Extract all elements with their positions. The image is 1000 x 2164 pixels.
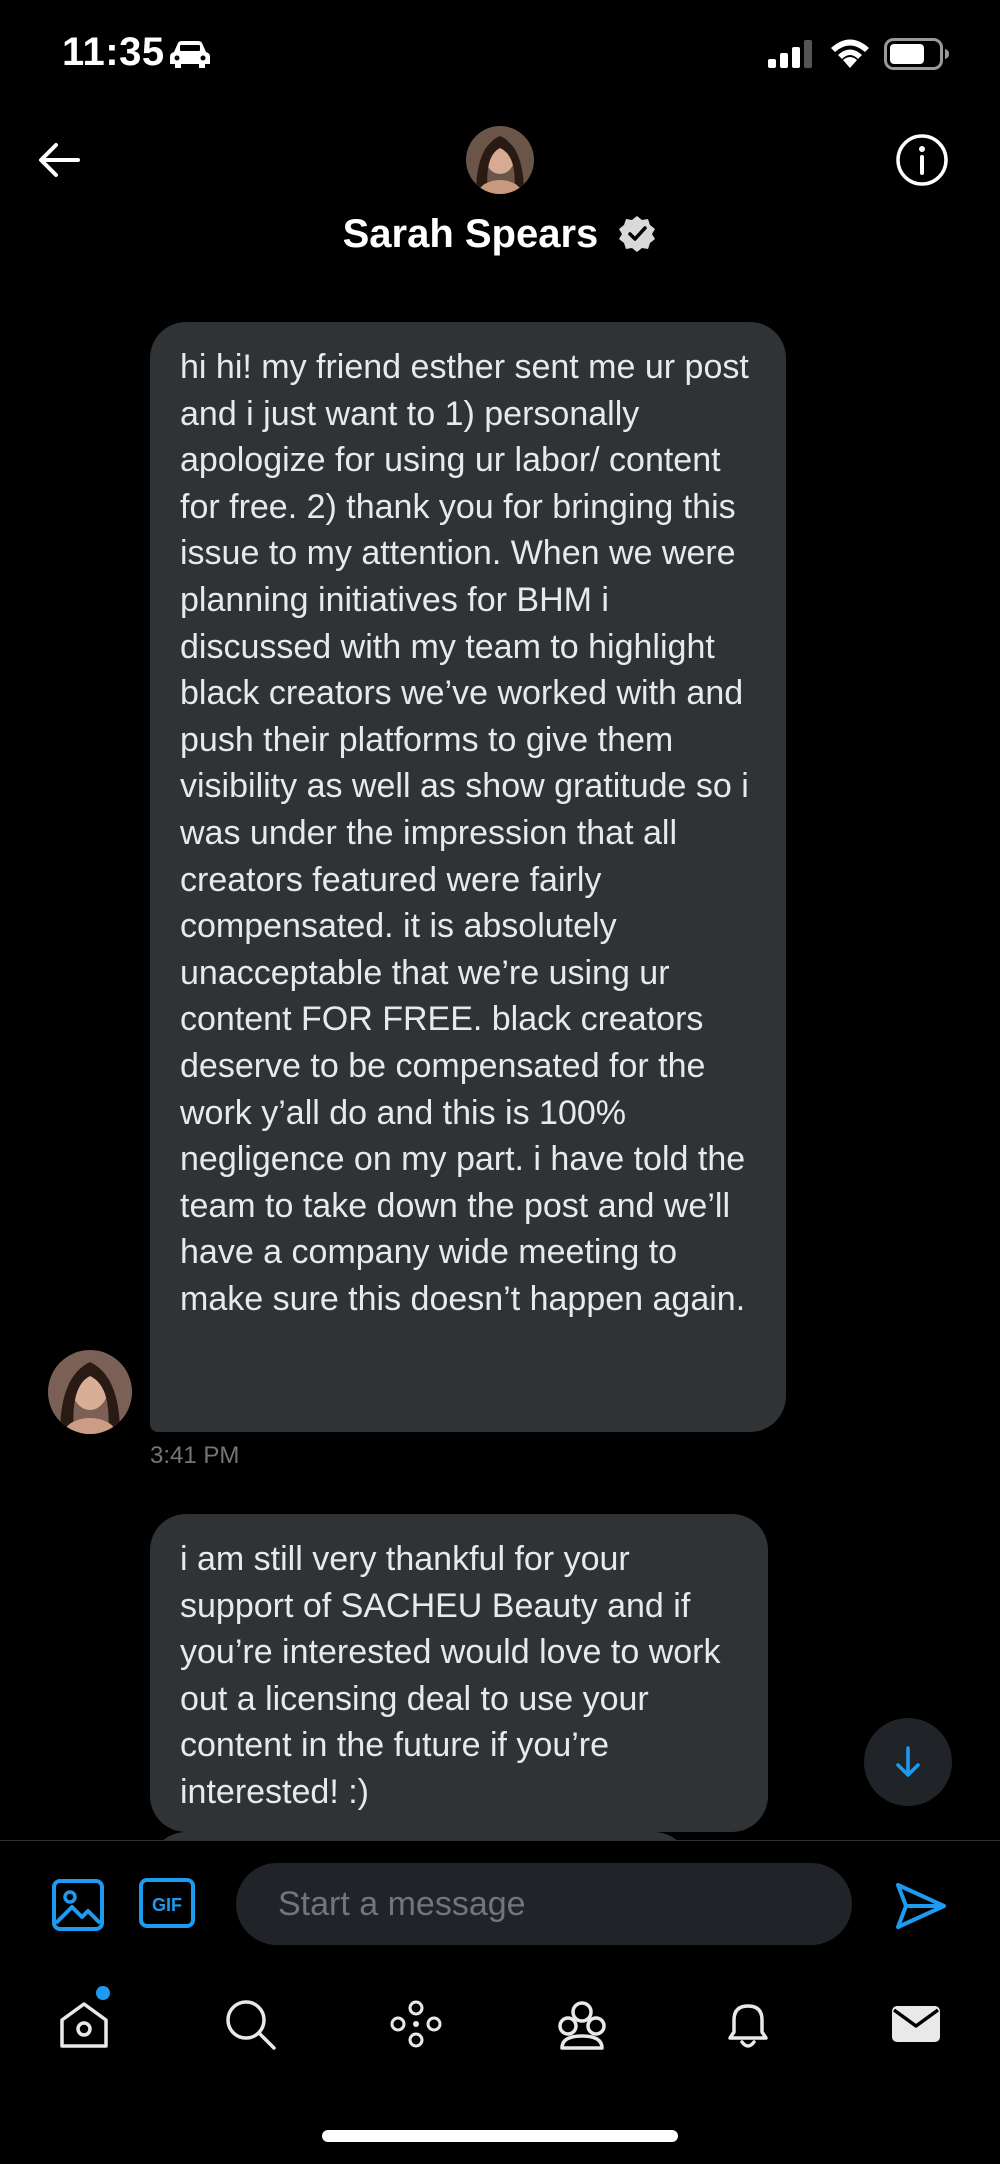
home-indicator[interactable]	[322, 2130, 678, 2142]
header-avatar[interactable]	[466, 126, 534, 194]
communities-icon[interactable]	[554, 1996, 610, 2052]
home-icon[interactable]	[56, 1996, 112, 2052]
message-timestamp: 3:41 PM	[150, 1442, 240, 1469]
messages-icon[interactable]	[888, 1996, 944, 2052]
battery-icon	[884, 38, 949, 70]
conversation-title: Sarah Spears	[0, 210, 1000, 257]
message-input[interactable]	[236, 1863, 852, 1945]
message-bubble-partial[interactable]	[150, 1832, 690, 1840]
message-bubble[interactable]: hi hi! my friend esther sent me ur post …	[150, 322, 786, 1432]
scroll-to-bottom-button[interactable]	[864, 1718, 952, 1806]
home-notification-dot	[96, 1986, 110, 2000]
verified-badge-icon	[619, 216, 656, 253]
car-icon	[170, 41, 210, 68]
status-time: 11:35	[62, 30, 165, 74]
arrow-down-icon	[896, 1746, 920, 1777]
signal-icon	[768, 40, 812, 68]
info-icon[interactable]	[894, 132, 950, 188]
sender-avatar[interactable]	[48, 1350, 132, 1434]
message-bubble[interactable]: i am still very thankful for your suppor…	[150, 1514, 768, 1832]
back-arrow-icon[interactable]	[34, 135, 84, 185]
image-icon[interactable]	[50, 1877, 106, 1933]
search-icon[interactable]	[222, 1996, 278, 2052]
contact-name: Sarah Spears	[342, 211, 599, 256]
message-thread[interactable]: hi hi! my friend esther sent me ur post …	[0, 300, 1000, 1840]
notifications-icon[interactable]	[720, 1996, 776, 2052]
gif-icon[interactable]: GIF	[138, 1877, 196, 1929]
wifi-icon	[831, 39, 869, 68]
spaces-icon[interactable]	[388, 1996, 444, 2052]
send-icon[interactable]	[894, 1881, 948, 1931]
message-composer: GIF	[0, 1840, 1000, 1961]
status-bar: 11:35	[0, 0, 1000, 110]
gif-label: GIF	[152, 1895, 182, 1915]
